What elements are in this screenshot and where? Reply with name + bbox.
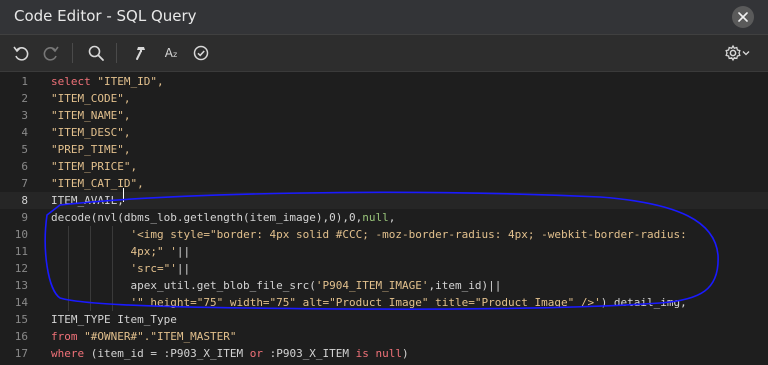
hand-drawn-annotation	[44, 191, 719, 310]
